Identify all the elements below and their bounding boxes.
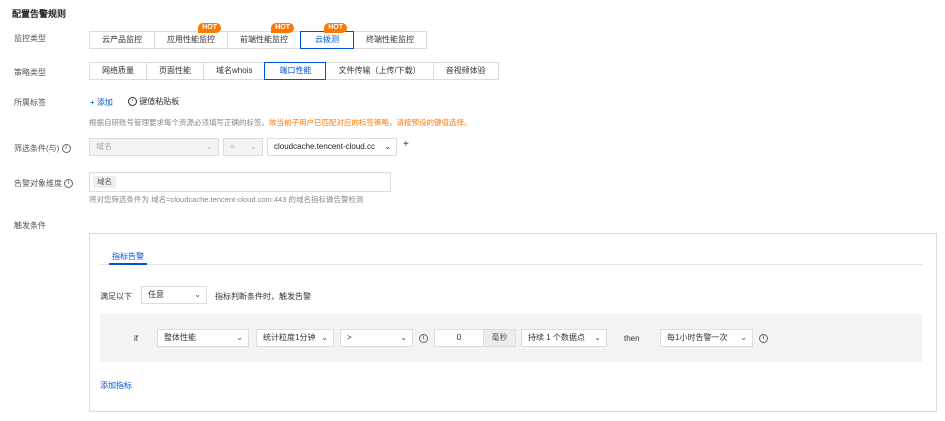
hot-badge: HOT <box>324 23 347 33</box>
comparator-select[interactable]: > ⌄ <box>340 329 413 347</box>
chevron-down-icon: ⌄ <box>384 142 391 151</box>
add-filter-button[interactable]: + <box>403 139 409 150</box>
filter-operator-select[interactable]: = ⌄ <box>223 138 263 156</box>
chevron-down-icon: ⌄ <box>250 142 257 151</box>
strategy-option-whois[interactable]: 域名whois <box>203 62 266 80</box>
duration-select[interactable]: 持续 1 个数据点 ⌄ <box>521 329 607 347</box>
strategy-option-av[interactable]: 音视频体验 <box>432 62 499 80</box>
trigger-label: 触发条件 <box>14 221 46 230</box>
chevron-down-icon: ⌄ <box>740 333 747 342</box>
rule-if: if <box>134 334 138 343</box>
paste-board-button[interactable]: › 键值粘贴板 <box>128 96 179 107</box>
tags-hint-warning: 故当前子用户已匹配对应的标签策略，请按预设的键值选择。 <box>269 118 472 127</box>
threshold-unit: 毫秒 <box>483 329 516 347</box>
hot-badge: HOT <box>271 23 294 33</box>
info-icon[interactable]: i <box>419 334 428 343</box>
strategy-option-network[interactable]: 网络质量 <box>89 62 147 80</box>
satisfy-select[interactable]: 任意 ⌄ <box>141 286 207 304</box>
dimension-label: 告警对象维度 i <box>14 178 74 189</box>
chevron-down-icon: ⌄ <box>594 333 601 342</box>
chevron-down-icon: ⌄ <box>236 333 243 342</box>
page-title: 配置告警规则 <box>12 9 67 19</box>
rule-then: then <box>624 334 640 343</box>
tags-hint: 根据自研账号管理要求每个资源必须填写正确的标签。故当前子用户已匹配对应的标签策略… <box>89 118 472 127</box>
dimension-tag: 域名 <box>93 176 116 188</box>
monitor-type-option-dialtest[interactable]: 云拨测 HOT <box>300 23 354 49</box>
strategy-option-page[interactable]: 页面性能 <box>146 62 204 80</box>
hot-badge: HOT <box>198 23 221 33</box>
monitor-type-segment: 云产品监控 应用性能监控 HOT 前端性能监控 HOT 云拨测 HOT 终端性能监控 <box>89 23 427 49</box>
tags-label: 所属标签 <box>14 98 46 107</box>
monitor-type-label: 监控类型 <box>14 34 46 43</box>
dimension-hint: 将对您筛选条件为 域名=cloudcache.tencent-cloud.com… <box>89 195 364 204</box>
satisfy-suffix: 指标判断条件时，触发告警 <box>215 292 311 301</box>
strategy-option-port[interactable]: 端口性能 <box>264 62 327 80</box>
chevron-down-icon: ⌄ <box>206 142 213 151</box>
satisfy-prefix: 满足以下 <box>100 292 132 301</box>
frequency-select[interactable]: 每1小时告警一次 ⌄ <box>660 329 753 347</box>
strategy-option-file[interactable]: 文件传输（上传/下载） <box>325 62 434 80</box>
strategy-type-label: 策略类型 <box>14 68 46 77</box>
filter-label: 筛选条件(与) i <box>14 143 71 154</box>
add-tag-button[interactable]: + 添加 <box>90 97 113 108</box>
monitor-type-option-apm[interactable]: 应用性能监控 HOT <box>154 23 228 49</box>
chevron-down-icon: ⌄ <box>400 333 407 342</box>
paste-icon: › <box>128 97 137 107</box>
metric-select[interactable]: 整体性能 ⌄ <box>157 329 249 347</box>
tab-divider <box>100 264 922 265</box>
monitor-type-option-terminal[interactable]: 终端性能监控 <box>353 31 427 49</box>
dimension-input[interactable]: 域名 <box>89 172 391 192</box>
threshold-input[interactable]: 0 <box>434 329 484 347</box>
info-icon[interactable]: i <box>61 144 71 154</box>
add-metric-button[interactable]: 添加指标 <box>100 380 132 391</box>
chevron-down-icon: ⌄ <box>194 290 201 299</box>
filter-value-select[interactable]: cloudcache.tencent-cloud.cc ⌄ <box>267 138 397 156</box>
info-icon[interactable]: i <box>64 179 74 189</box>
filter-field-select[interactable]: 域名 ⌄ <box>89 138 219 156</box>
monitor-type-option-cloud[interactable]: 云产品监控 <box>89 31 155 49</box>
info-icon[interactable]: i <box>759 334 768 343</box>
monitor-type-option-frontend[interactable]: 前端性能监控 HOT <box>227 23 301 49</box>
chevron-down-icon: ⌄ <box>321 333 328 342</box>
strategy-type-segment: 网络质量 页面性能 域名whois 端口性能 文件传输（上传/下载） 音视频体验 <box>89 62 499 80</box>
tab-active-indicator <box>109 263 147 265</box>
period-select[interactable]: 统计粒度1分钟 ⌄ <box>256 329 334 347</box>
tab-metric-alarm[interactable]: 指标告警 <box>112 251 144 262</box>
